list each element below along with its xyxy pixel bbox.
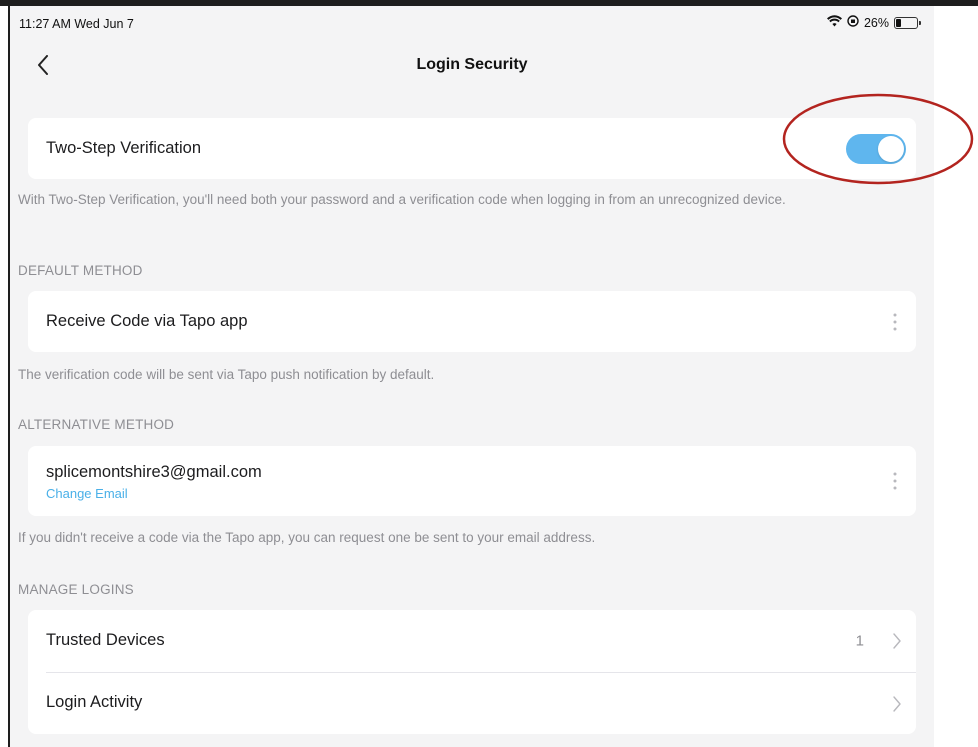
login-activity-row[interactable]: Login Activity	[28, 673, 916, 734]
battery-icon	[894, 16, 921, 29]
trusted-devices-row[interactable]: Trusted Devices 1	[28, 610, 916, 672]
trusted-devices-label: Trusted Devices	[46, 631, 165, 649]
page-title: Login Security	[416, 56, 528, 73]
battery-percent: 26%	[863, 15, 889, 30]
status-time: 11:27 AM Wed Jun 7	[19, 17, 134, 31]
default-method-header: DEFAULT METHOD	[18, 263, 143, 278]
two-step-description: With Two-Step Verification, you'll need …	[18, 192, 786, 207]
alternative-method-header: ALTERNATIVE METHOD	[18, 417, 175, 432]
login-activity-label: Login Activity	[46, 693, 143, 711]
default-method-label: Receive Code via Tapo app	[46, 312, 248, 330]
status-bar: 11:27 AM Wed Jun 7 26%	[10, 6, 934, 36]
chevron-right-icon	[893, 695, 901, 712]
annotation-circle	[782, 93, 974, 185]
manage-logins-header: MANAGE LOGINS	[18, 582, 134, 597]
more-options-icon[interactable]	[890, 310, 900, 334]
two-step-verification-label: Two-Step Verification	[46, 139, 201, 157]
default-method-row[interactable]: Receive Code via Tapo app	[28, 291, 916, 352]
orientation-lock-icon	[847, 15, 859, 30]
wifi-icon	[826, 15, 842, 30]
status-indicators: 26%	[826, 15, 921, 30]
change-email-link[interactable]: Change Email	[46, 486, 128, 501]
trusted-devices-count: 1	[855, 632, 864, 650]
navigation-bar: Login Security	[10, 46, 934, 86]
alternative-email: splicemontshire3@gmail.com	[46, 463, 262, 481]
alternative-method-row[interactable]: splicemontshire3@gmail.com Change Email	[28, 446, 916, 516]
default-method-note: The verification code will be sent via T…	[18, 367, 435, 382]
alternative-method-note: If you didn't receive a code via the Tap…	[18, 530, 596, 545]
chevron-right-icon	[893, 633, 901, 649]
manage-logins-group: Trusted Devices 1 Login Activity	[28, 610, 916, 734]
more-options-icon[interactable]	[890, 469, 900, 493]
